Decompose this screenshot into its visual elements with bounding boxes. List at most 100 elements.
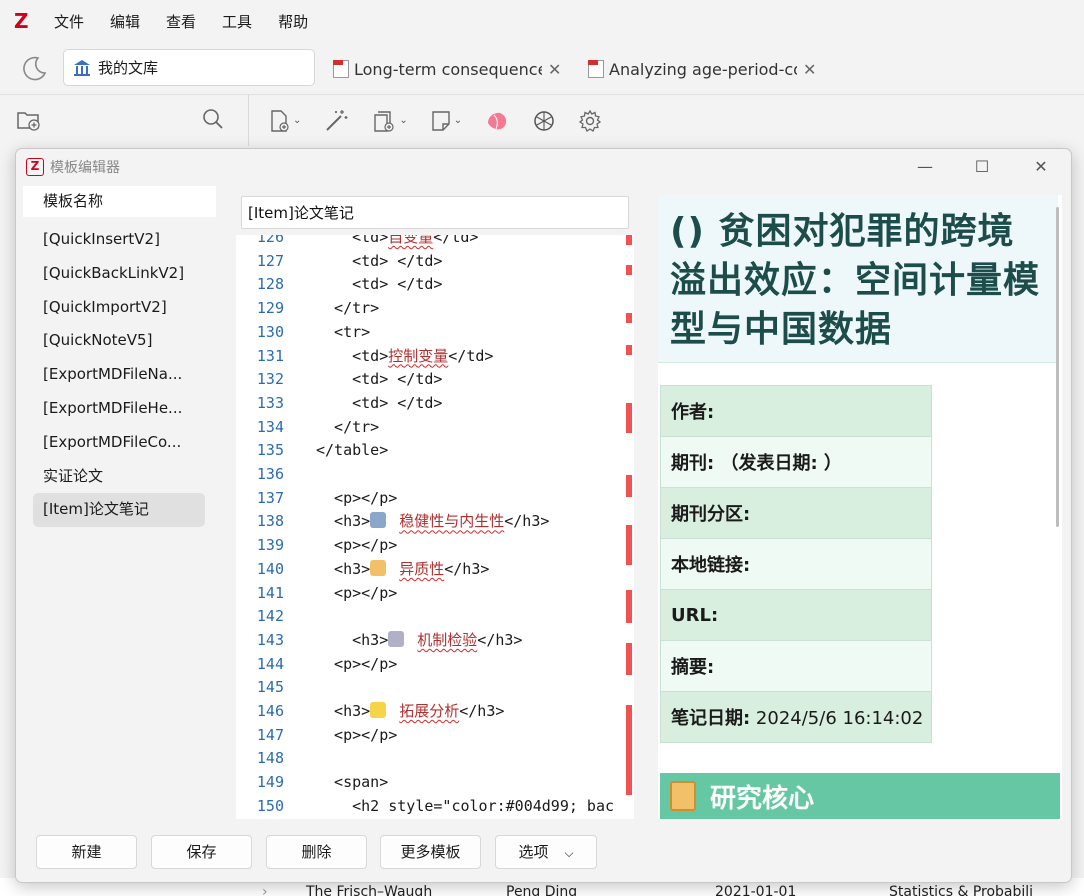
dialog-title: 模板编辑器: [50, 160, 120, 176]
collections-toolbar: [0, 94, 249, 146]
code-chinese-text: 异质性: [399, 559, 445, 578]
code-chinese-text: 稳健性与内生性: [399, 512, 505, 531]
template-list-header: 模板名称: [23, 186, 216, 217]
magic-wand-icon: [326, 109, 348, 131]
options-button[interactable]: 选项 ⌵: [495, 835, 597, 869]
new-collection-icon[interactable]: [16, 108, 42, 132]
line-number: 149: [256, 773, 284, 792]
line-number: 145: [256, 678, 284, 697]
code-chinese-text: 控制变量: [388, 346, 449, 365]
settings-button[interactable]: [578, 109, 602, 133]
note-preview: () 贫困对犯罪的跨境溢出效应：空间计量模型与中国数据 作者: 期刊: （发表日…: [658, 195, 1062, 819]
code-line: 150 <h2 style="color:#004d99; bac: [236, 795, 634, 819]
close-icon[interactable]: ✕: [803, 60, 816, 79]
template-name-input[interactable]: [241, 196, 629, 229]
attachment-icon: [374, 110, 394, 132]
code-text: <p></p>: [316, 488, 398, 507]
line-number: 141: [256, 583, 284, 602]
line-number: 147: [256, 725, 284, 744]
template-item[interactable]: 实证论文: [33, 460, 205, 494]
code-text: <h3> 机制检验</h3>: [316, 630, 523, 649]
code-chinese-text: 机制检验: [417, 630, 478, 649]
template-item[interactable]: [ExportMDFileCo...: [33, 426, 205, 460]
delete-button[interactable]: 删除: [266, 835, 367, 869]
preview-info-table: 作者: 期刊: （发表日期: ） 期刊分区: 本地链接: URL: 摘要: 笔记…: [660, 385, 932, 743]
code-editor[interactable]: 126 <td>自变量</td> 127 <td> </td> 128 <td> <…: [236, 235, 634, 819]
items-toolbar: ⌄ ⌄ ⌄: [249, 94, 1084, 146]
line-number: 150: [256, 796, 284, 815]
search-icon[interactable]: [201, 107, 225, 131]
save-button[interactable]: 保存: [151, 835, 252, 869]
code-text: <span>: [316, 773, 389, 792]
row-subject: Statistics & Probabili: [889, 884, 1034, 896]
library-icon: [74, 59, 90, 76]
dialog-titlebar[interactable]: Z 模板编辑器 — ☐ ✕: [16, 149, 1071, 185]
zotero-logo: Z: [14, 9, 29, 33]
menu-help[interactable]: 帮助: [278, 11, 308, 32]
code-line: 132 <td> </td>: [236, 368, 634, 392]
code-text: </table>: [316, 441, 389, 460]
emoji-icon: [388, 630, 405, 647]
new-item-icon: [271, 109, 289, 132]
line-number: 130: [256, 322, 284, 341]
expand-arrow-icon[interactable]: ›: [262, 884, 268, 896]
line-number: 135: [256, 441, 284, 460]
options-label: 选项: [518, 843, 549, 861]
code-line: 134 </tr>: [236, 416, 634, 440]
table-row: URL:: [660, 589, 932, 641]
tab-library[interactable]: 我的文库: [63, 49, 315, 86]
openai-icon: [534, 110, 554, 131]
new-note-button[interactable]: ⌄: [430, 109, 462, 133]
code-text: <p></p>: [316, 654, 398, 673]
menu-file[interactable]: 文件: [54, 11, 84, 32]
tab-doc-1[interactable]: Long-term consequence ✕: [333, 56, 568, 82]
magic-wand-button[interactable]: [323, 108, 349, 134]
template-item[interactable]: [QuickNoteV5]: [33, 324, 205, 358]
gear-icon: [579, 109, 602, 132]
pdf-icon: [333, 60, 349, 78]
new-item-button[interactable]: ⌄: [267, 109, 301, 133]
spellcheck-marker: [626, 313, 632, 323]
table-row: 本地链接:: [660, 538, 932, 590]
template-item[interactable]: [QuickImportV2]: [33, 291, 205, 325]
template-item[interactable]: [ExportMDFileHe...: [33, 392, 205, 426]
chevron-down-icon: ⌄: [399, 115, 408, 126]
template-item[interactable]: [QuickBackLinkV2]: [33, 257, 205, 291]
minimize-button[interactable]: —: [905, 155, 945, 181]
line-number: 138: [256, 512, 284, 531]
table-row: 摘要:: [660, 640, 932, 692]
note-icon: [432, 110, 450, 131]
template-item[interactable]: [ExportMDFileNa...: [33, 358, 205, 392]
close-icon[interactable]: ✕: [548, 60, 561, 79]
tab-bar: 我的文库 Long-term consequence ✕ Analyzing a…: [0, 42, 1084, 94]
code-text: <h3> 拓展分析</h3>: [316, 702, 505, 720]
code-line: 145: [236, 676, 634, 700]
preview-scrollbar[interactable]: [1056, 207, 1059, 527]
attach-button[interactable]: ⌄: [371, 109, 408, 133]
plugin-button[interactable]: [484, 109, 510, 133]
chatgpt-button[interactable]: [532, 109, 556, 133]
new-button[interactable]: 新建: [36, 835, 137, 869]
moon-icon[interactable]: [20, 54, 48, 82]
code-text: <td> </td>: [316, 370, 443, 389]
chevron-down-icon: ⌄: [453, 115, 463, 126]
info-label: URL:: [671, 604, 719, 626]
line-number: 129: [256, 299, 284, 318]
preview-section-heading: 研究核心: [660, 773, 1060, 819]
line-number: 144: [256, 654, 284, 673]
close-button[interactable]: ✕: [1021, 155, 1061, 181]
menu-edit[interactable]: 编辑: [110, 11, 140, 32]
template-item[interactable]: [QuickInsertV2]: [33, 223, 205, 257]
line-number: 133: [256, 393, 284, 412]
more-templates-button[interactable]: 更多模板: [380, 835, 481, 869]
template-item-selected[interactable]: [Item]论文笔记: [33, 493, 205, 528]
tab-doc-2[interactable]: Analyzing age-period-co ✕: [588, 56, 823, 82]
menu-tools[interactable]: 工具: [222, 11, 252, 32]
menu-view[interactable]: 查看: [166, 11, 196, 32]
code-line: 149 <span>: [236, 771, 634, 795]
template-list: [QuickInsertV2] [QuickBackLinkV2] [Quick…: [33, 223, 233, 528]
maximize-button[interactable]: ☐: [962, 155, 1002, 181]
code-text: </tr>: [316, 417, 380, 436]
row-title[interactable]: The Frisch–Waugh: [306, 884, 432, 896]
chevron-down-icon: ⌵: [564, 846, 574, 860]
